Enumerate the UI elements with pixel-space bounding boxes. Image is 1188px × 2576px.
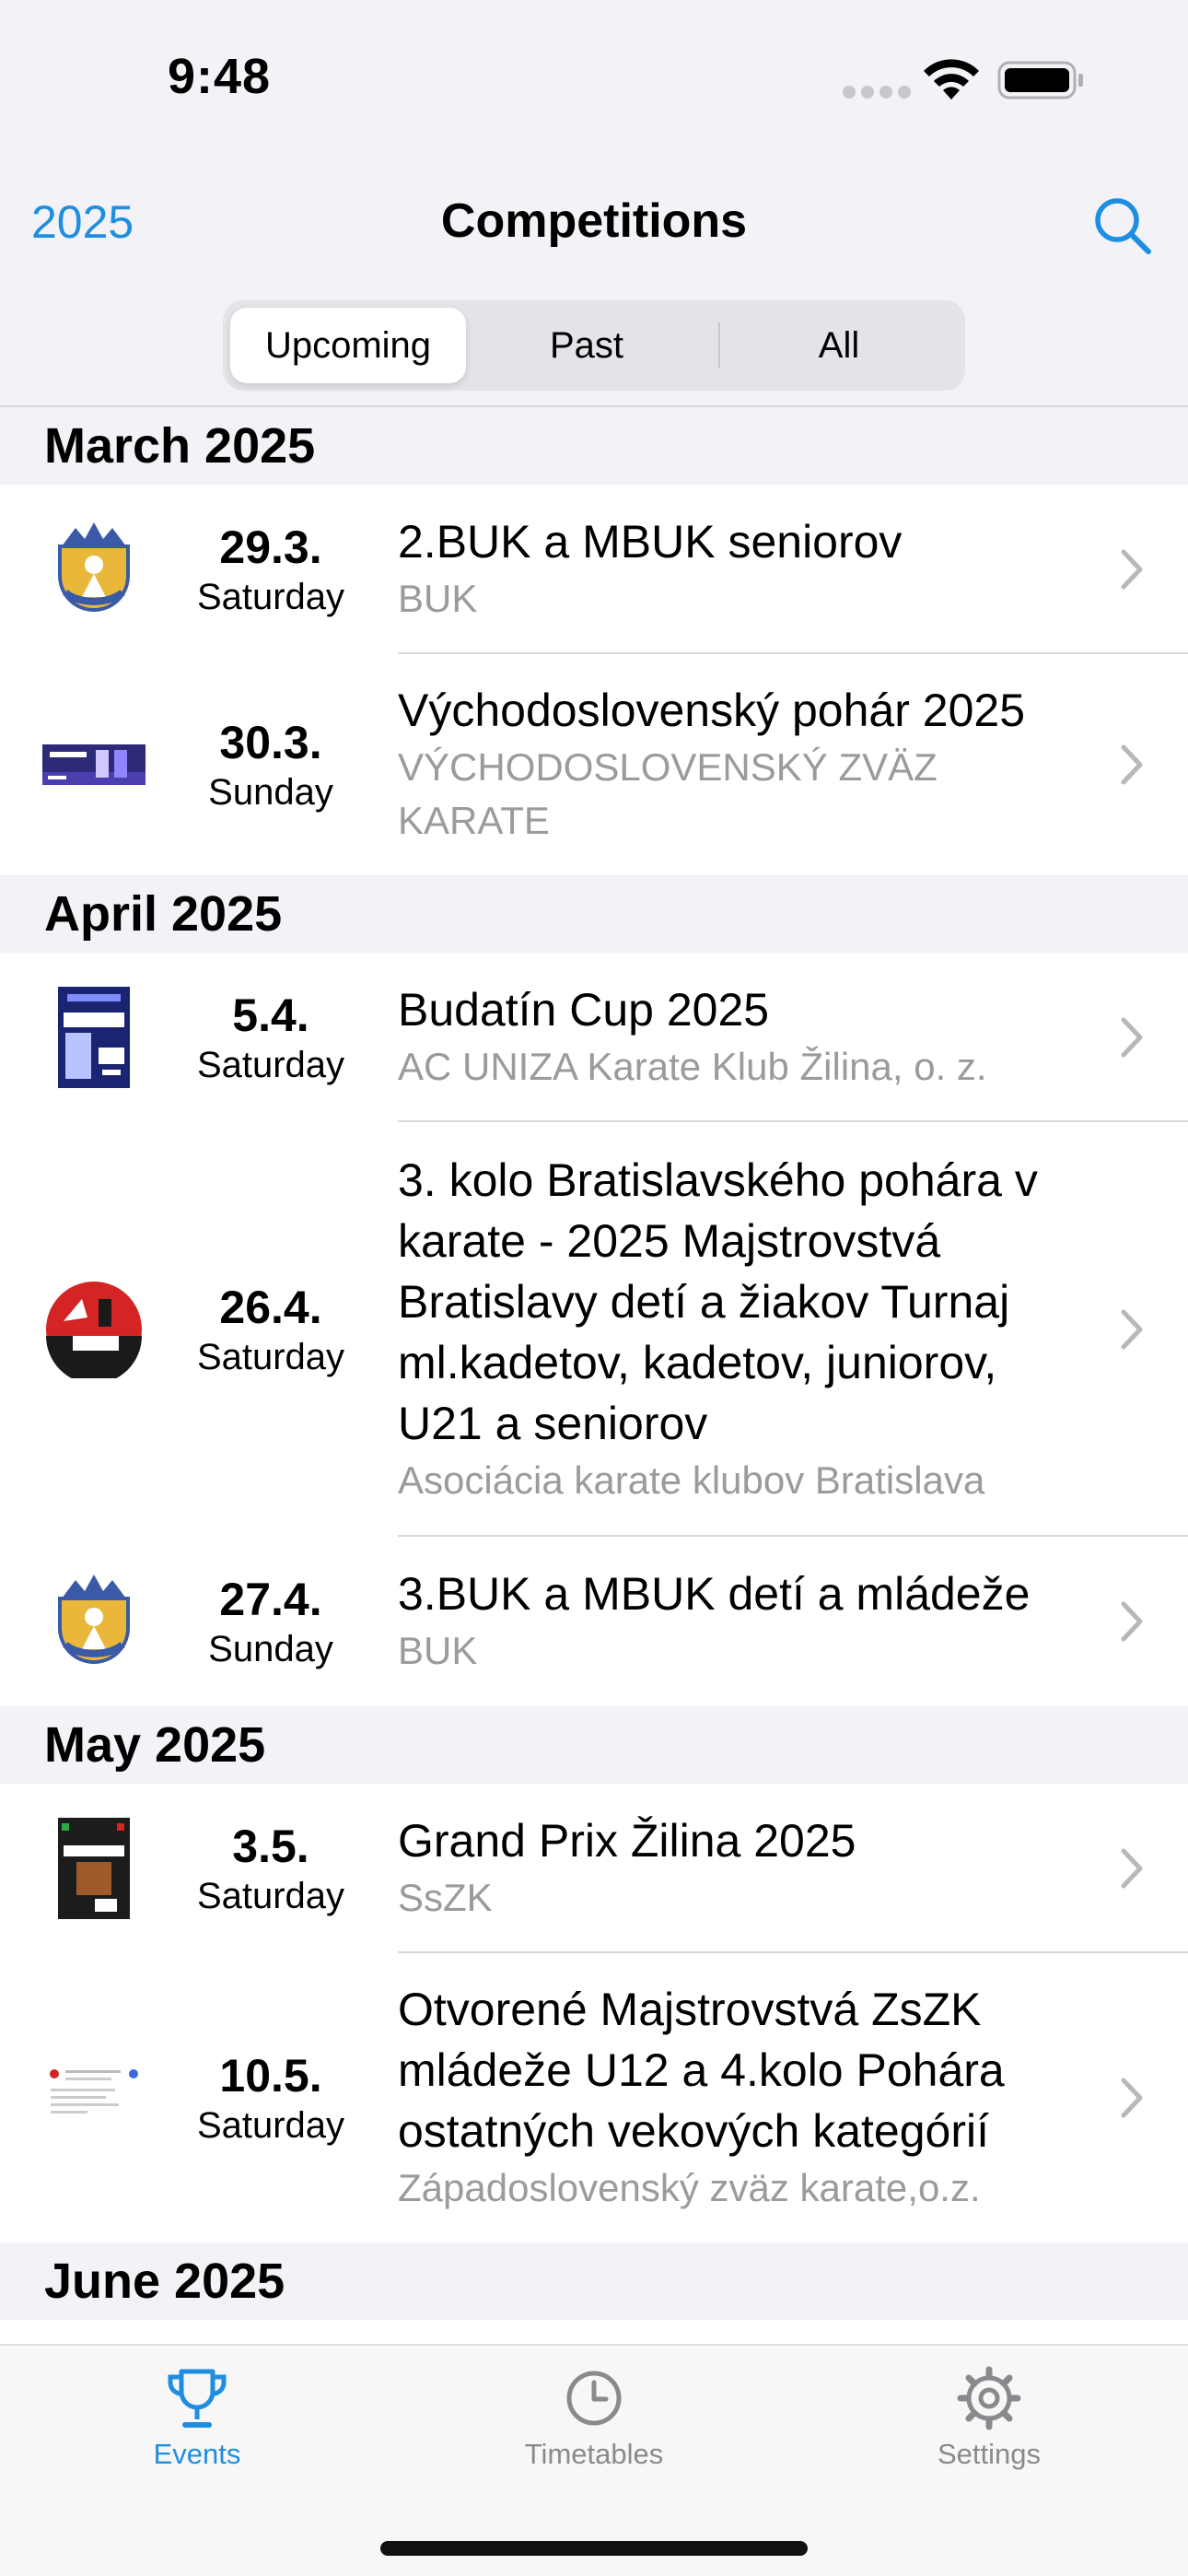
event-weekday: Saturday — [196, 577, 345, 617]
status-time: 9:48 — [168, 49, 272, 104]
event-title: Budatín Cup 2025 — [398, 984, 770, 1036]
chevron-right-icon — [1121, 549, 1143, 590]
event-weekday: Saturday — [196, 1337, 345, 1377]
section-header: June 2025 — [0, 2242, 1188, 2320]
event-title: Východoslovenský pohár 2025 — [398, 685, 1026, 736]
tab-label: Timetables — [524, 2438, 664, 2470]
buk-logo-icon — [42, 1571, 146, 1672]
list-item[interactable] — [0, 2320, 1188, 2344]
event-title: 3. kolo Bratislavského pohára v karate -… — [398, 1154, 1038, 1449]
event-weekday: Saturday — [196, 1876, 345, 1916]
list-item[interactable]: 10.5. Saturday Otvorené Majstrovstvá ZsZ… — [0, 1953, 1188, 2242]
event-date: 30.3. — [219, 717, 322, 768]
list-item[interactable]: 27.4. Sunday 3.BUK a MBUK detí a mládeže… — [0, 1537, 1188, 1706]
list-item[interactable]: 5.4. Saturday Budatín Cup 2025 AC UNIZA … — [0, 953, 1188, 1122]
event-organizer: Západoslovenský zväz karate,o.z. — [398, 2166, 981, 2209]
event-weekday: Saturday — [196, 1045, 345, 1085]
tab-events[interactable]: Events — [59, 2364, 335, 2471]
karate-cup-poster-image — [42, 987, 146, 1088]
event-date: 10.5. — [219, 2050, 322, 2102]
home-indicator — [380, 2541, 808, 2556]
chevron-right-icon — [1121, 1017, 1143, 1058]
segment-all[interactable]: All — [720, 308, 958, 383]
event-date: 29.3. — [219, 521, 322, 573]
event-organizer: Asociácia karate klubov Bratislava — [398, 1458, 985, 1502]
competitions-list[interactable]: March 2025 29.3. Saturday 2.BUK a MBUK s… — [0, 405, 1188, 2344]
event-organizer: VÝCHODOSLOVENSKÝ ZVÄZ KARATE — [398, 745, 938, 842]
status-bar: 9:48 — [0, 0, 1188, 157]
tab-settings[interactable]: Settings — [851, 2364, 1127, 2471]
event-date: 27.4. — [219, 1574, 322, 1625]
app-screen: 9:48 2025 Competitions Upcoming Past All… — [0, 0, 1188, 2576]
grandprix-poster-image — [42, 1818, 146, 1919]
event-date: 3.5. — [232, 1821, 309, 1872]
filter-segmented-control: Upcoming Past All — [223, 300, 965, 391]
tab-timetables[interactable]: Timetables — [456, 2364, 732, 2471]
document-thumbnail-image — [42, 2065, 146, 2131]
battery-icon — [997, 61, 1083, 100]
section-header: March 2025 — [0, 407, 1188, 485]
section-header: May 2025 — [0, 1706, 1188, 1784]
segment-upcoming[interactable]: Upcoming — [230, 308, 466, 383]
event-title: Grand Prix Žilina 2025 — [398, 1815, 856, 1867]
event-weekday: Saturday — [196, 2105, 345, 2146]
trophy-icon — [168, 2369, 227, 2428]
chevron-right-icon — [1121, 1309, 1143, 1350]
event-weekday: Sunday — [208, 1629, 333, 1669]
tab-label: Settings — [937, 2438, 1041, 2470]
search-icon[interactable] — [1092, 195, 1153, 256]
list-item[interactable]: 26.4. Saturday 3. kolo Bratislavského po… — [0, 1122, 1188, 1537]
cellular-signal-icon — [843, 86, 911, 99]
event-title: 3.BUK a MBUK detí a mládeže — [398, 1568, 1031, 1620]
event-banner-image — [42, 744, 146, 785]
event-title: Otvorené Majstrovstvá ZsZK mládeže U12 a… — [398, 1984, 1005, 2157]
list-item[interactable]: 3.5. Saturday Grand Prix Žilina 2025 SsZ… — [0, 1784, 1188, 1953]
segment-past[interactable]: Past — [466, 308, 707, 383]
akkb-logo-icon — [42, 1281, 146, 1378]
chevron-right-icon — [1121, 744, 1143, 785]
event-organizer: BUK — [398, 577, 478, 620]
chevron-right-icon — [1121, 1848, 1143, 1889]
list-item[interactable]: 30.3. Sunday Východoslovenský pohár 2025… — [0, 654, 1188, 875]
wifi-icon — [924, 59, 979, 100]
event-title: 2.BUK a MBUK seniorov — [398, 516, 903, 568]
event-weekday: Sunday — [208, 772, 333, 813]
tab-label: Events — [153, 2438, 241, 2470]
list-item[interactable]: 29.3. Saturday 2.BUK a MBUK seniorov BUK — [0, 485, 1188, 654]
buk-logo-icon — [42, 519, 146, 620]
chevron-right-icon — [1121, 2078, 1143, 2118]
chevron-right-icon — [1121, 1601, 1143, 1642]
page-title: Competitions — [440, 194, 748, 248]
event-organizer: BUK — [398, 1629, 478, 1672]
event-organizer: AC UNIZA Karate Klub Žilina, o. z. — [398, 1045, 987, 1088]
clock-icon — [566, 2371, 622, 2426]
section-header: April 2025 — [0, 875, 1188, 953]
event-date: 5.4. — [232, 989, 309, 1041]
gear-icon — [957, 2366, 1021, 2430]
event-date: 26.4. — [219, 1282, 322, 1333]
event-organizer: SsZK — [398, 1876, 493, 1919]
